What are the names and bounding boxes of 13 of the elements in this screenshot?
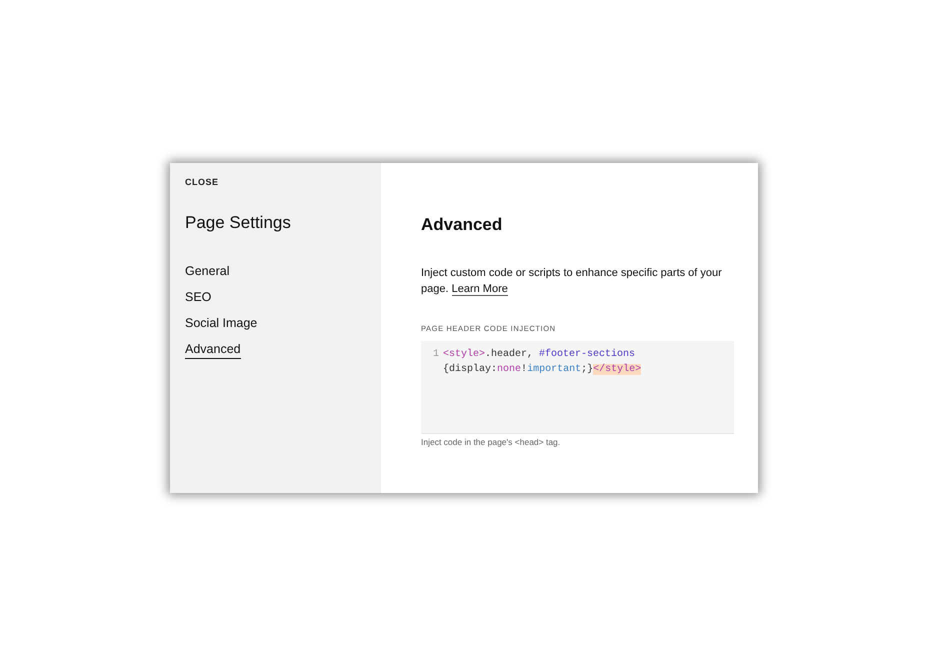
section-heading: Advanced (421, 215, 504, 235)
panel-title: Page Settings (185, 213, 291, 233)
nav-item[interactable]: General (185, 263, 230, 281)
code-editor[interactable]: 1 <style>.header, #footer-sections {display:none!important;}</style> (421, 341, 734, 434)
helper-text: Inject code in the page's <head> tag. (421, 437, 562, 447)
learn-more-link[interactable]: Learn More (452, 283, 508, 296)
nav-item[interactable]: Advanced (185, 341, 241, 359)
nav-item[interactable]: Social Image (185, 315, 258, 333)
close-button[interactable]: CLOSE (185, 177, 219, 187)
nav-item[interactable]: SEO (185, 289, 212, 307)
code-text: <style>.header, #footer-sections {display:none!important;}</style> (443, 348, 642, 377)
description-text: Inject custom code or scripts to enhance specific parts of your page. Learn More (421, 266, 723, 297)
line-number: 1 (433, 348, 440, 362)
